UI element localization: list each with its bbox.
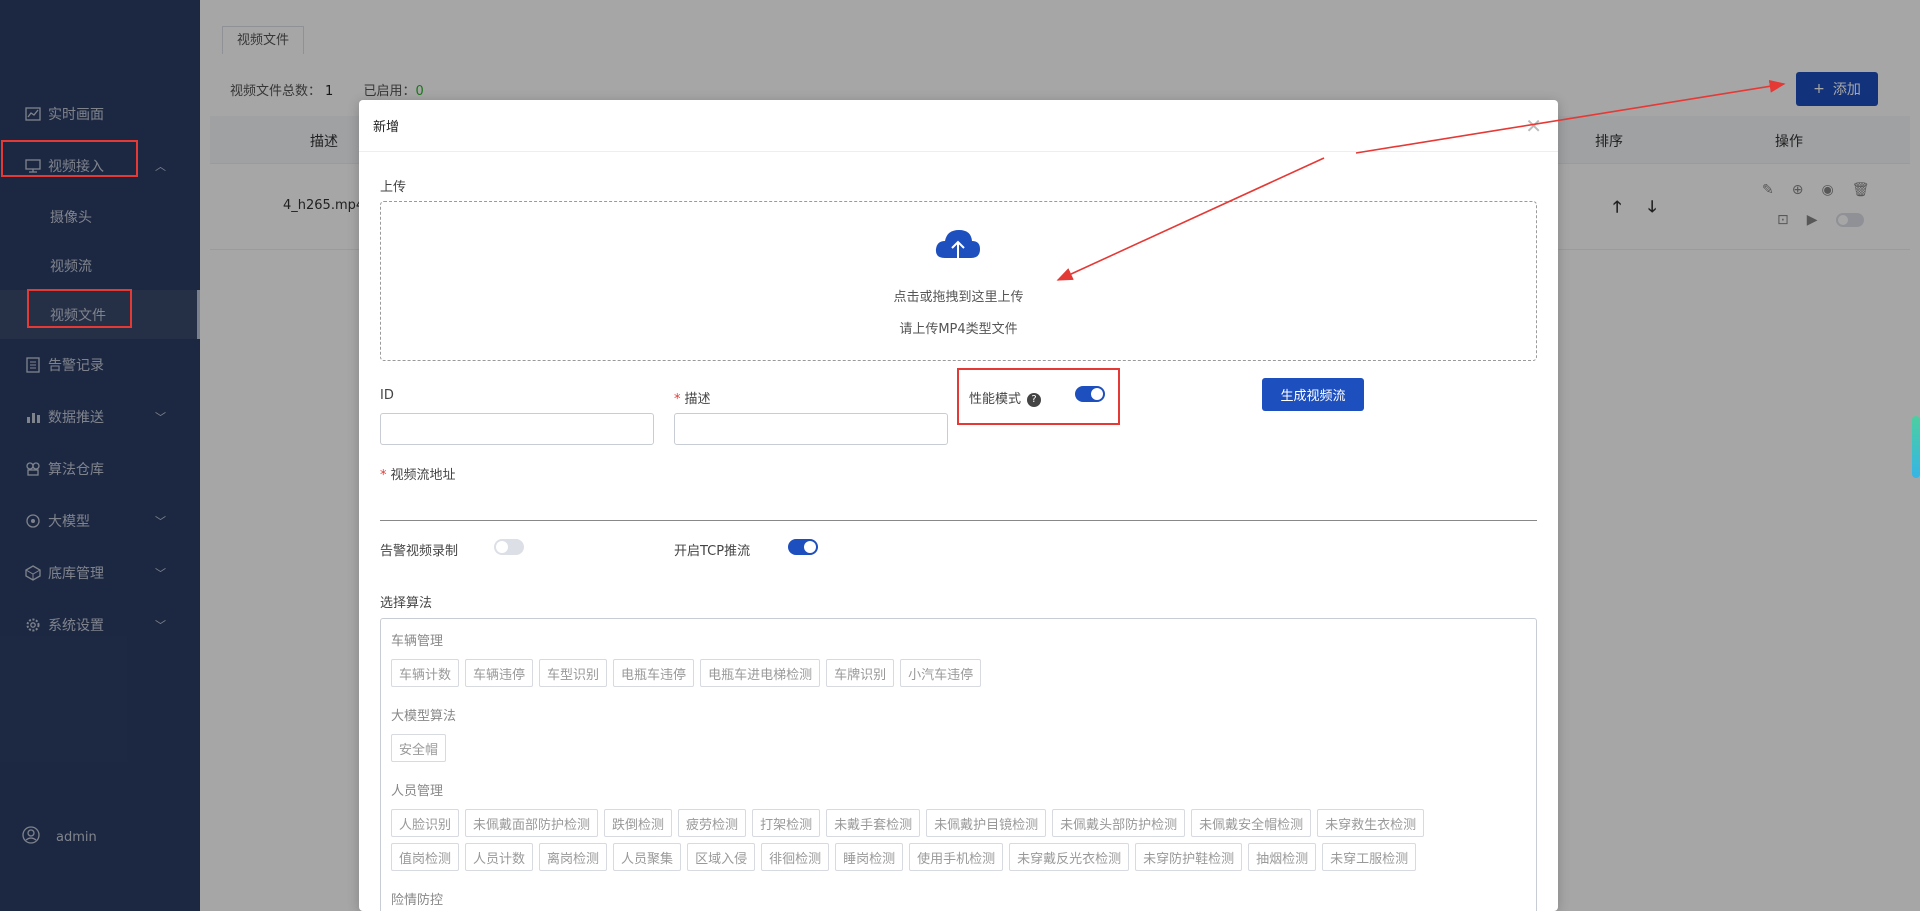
desc-input[interactable]	[674, 413, 948, 445]
sidebar: 实时画面 视频接入 ︿ 摄像头 视频流 视频文件 告警记录 数据推送 ﹀ 算法仓…	[0, 0, 200, 911]
upload-dropzone[interactable]: 点击或拖拽到这里上传 请上传MP4类型文件	[380, 201, 1537, 361]
algo-tag[interactable]: 徘徊检测	[761, 843, 830, 871]
select-algo-label: 选择算法	[380, 596, 433, 611]
algo-tag[interactable]: 打架检测	[752, 809, 821, 837]
close-icon[interactable]: ✕	[1525, 114, 1542, 138]
algo-tag[interactable]: 使用手机检测	[909, 843, 1004, 871]
upload-type-hint: 请上传MP4类型文件	[899, 322, 1018, 337]
algorithm-selector: 车辆管理 车辆计数 车辆违停 车型识别 电瓶车违停 电瓶车进电梯检测 车牌识别 …	[380, 618, 1537, 911]
cloud-upload-icon	[933, 226, 983, 270]
generate-stream-button[interactable]: 生成视频流	[1262, 378, 1364, 411]
algo-tag[interactable]: 车牌识别	[826, 659, 895, 687]
algo-tag[interactable]: 未戴手套检测	[826, 809, 921, 837]
tcp-toggle[interactable]	[788, 539, 818, 555]
stream-url-label-wrap: * 视频流地址	[380, 464, 456, 483]
group-title-llm: 大模型算法	[391, 709, 457, 724]
algo-tag[interactable]: 人脸识别	[391, 809, 460, 837]
add-dialog: 新增 ✕ 上传 点击或拖拽到这里上传 请上传MP4类型文件 ID * 描述 性能模…	[359, 100, 1558, 911]
alarm-record-label: 告警视频录制	[380, 544, 459, 559]
id-label: ID	[380, 388, 394, 403]
desc-label-wrap: * 描述	[674, 388, 711, 407]
id-input[interactable]	[380, 413, 654, 445]
algo-tag[interactable]: 睡岗检测	[835, 843, 904, 871]
tag-row-vehicle: 车辆计数 车辆违停 车型识别 电瓶车违停 电瓶车进电梯检测 车牌识别 小汽车违停	[391, 659, 982, 687]
annotation-box-perf-mode	[957, 368, 1120, 425]
algo-tag[interactable]: 未穿救生衣检测	[1317, 809, 1425, 837]
tag-row-personnel-2: 值岗检测 人员计数 离岗检测 人员聚集 区域入侵 徘徊检测 睡岗检测 使用手机检…	[391, 843, 1417, 871]
algo-tag[interactable]: 未佩戴面部防护检测	[465, 809, 599, 837]
algo-tag[interactable]: 电瓶车进电梯检测	[700, 659, 821, 687]
algo-tag[interactable]: 未佩戴护目镜检测	[926, 809, 1047, 837]
dialog-title: 新增	[373, 120, 400, 135]
tag-row-personnel-1: 人脸识别 未佩戴面部防护检测 跌倒检测 疲劳检测 打架检测 未戴手套检测 未佩戴…	[391, 809, 1425, 837]
algo-tag[interactable]: 值岗检测	[391, 843, 460, 871]
algo-tag[interactable]: 小汽车违停	[900, 659, 982, 687]
algo-tag[interactable]: 跌倒检测	[604, 809, 673, 837]
algo-tag[interactable]: 未佩戴头部防护检测	[1052, 809, 1186, 837]
algo-tag[interactable]: 抽烟检测	[1248, 843, 1317, 871]
algo-tag[interactable]: 未穿工服检测	[1322, 843, 1417, 871]
group-title-hazard: 险情防控	[391, 893, 444, 908]
tag-row-llm: 安全帽	[391, 734, 447, 762]
algo-tag[interactable]: 车辆违停	[465, 659, 534, 687]
algo-tag[interactable]: 人员计数	[465, 843, 534, 871]
scroll-indicator[interactable]	[1912, 416, 1920, 478]
required-mark: *	[674, 392, 681, 407]
upload-label: 上传	[380, 180, 407, 195]
algo-tag[interactable]: 疲劳检测	[678, 809, 747, 837]
tcp-label: 开启TCP推流	[674, 544, 751, 559]
algo-tag[interactable]: 车型识别	[539, 659, 608, 687]
algo-tag[interactable]: 安全帽	[391, 734, 447, 762]
algo-tag[interactable]: 离岗检测	[539, 843, 608, 871]
dialog-header: 新增 ✕	[359, 100, 1558, 152]
alarm-record-toggle[interactable]	[494, 539, 524, 555]
sidebar-overlay	[0, 0, 200, 911]
group-title-vehicle: 车辆管理	[391, 634, 444, 649]
stream-url-input[interactable]	[380, 520, 1537, 521]
group-title-personnel: 人员管理	[391, 784, 444, 799]
algo-tag[interactable]: 人员聚集	[613, 843, 682, 871]
algo-tag[interactable]: 区域入侵	[687, 843, 756, 871]
algo-tag[interactable]: 未佩戴安全帽检测	[1191, 809, 1312, 837]
required-mark: *	[380, 468, 387, 483]
upload-hint: 点击或拖拽到这里上传	[893, 290, 1024, 305]
desc-label: 描述	[684, 392, 711, 407]
algo-tag[interactable]: 未穿防护鞋检测	[1135, 843, 1243, 871]
algo-tag[interactable]: 车辆计数	[391, 659, 460, 687]
annotation-box-video-file	[27, 289, 132, 328]
stream-url-label: 视频流地址	[390, 468, 456, 483]
algo-tag[interactable]: 电瓶车违停	[613, 659, 695, 687]
algo-tag[interactable]: 未穿戴反光衣检测	[1009, 843, 1130, 871]
annotation-box-video-access	[1, 140, 138, 177]
